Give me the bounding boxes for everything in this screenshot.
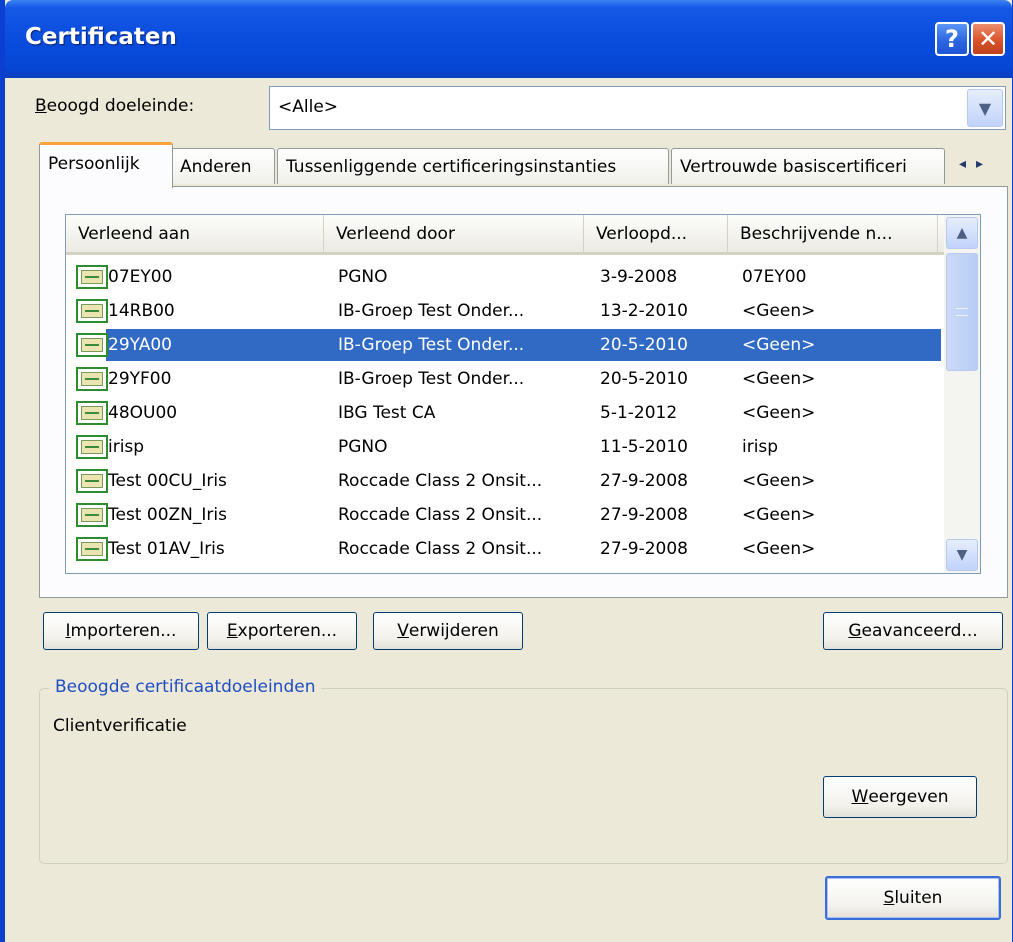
help-button[interactable]: ?	[935, 22, 969, 56]
tab-vertrouwde[interactable]: Vertrouwde basiscertificeri	[671, 148, 945, 184]
tab-persoonlijk[interactable]: Persoonlijk	[39, 142, 173, 188]
cell-issued-by: IB-Groep Test Onder...	[338, 301, 525, 321]
cell-issued-to: 48OU00	[108, 403, 178, 423]
export-button[interactable]: Exporteren...	[207, 612, 357, 650]
table-row[interactable]: 29YF00 IB-Groep Test Onder... 20-5-2010 <Ge…	[66, 363, 944, 397]
cell-issued-by: PGNO	[338, 267, 388, 287]
scroll-down-icon[interactable]: ▼	[946, 539, 978, 571]
tab-anderen[interactable]: Anderen	[171, 148, 275, 184]
cell-issued-by: IBG Test CA	[338, 403, 436, 423]
cell-friendly-name: <Geen>	[742, 335, 816, 355]
list-rows: 07EY00 PGNO 3-9-2008 07EY00 14RB00 IB-Groep T…	[66, 255, 944, 573]
certificate-list[interactable]: Verleend aan Verleend door Verloopd... B…	[65, 214, 981, 574]
cell-issued-by: PGNO	[338, 437, 388, 457]
list-scrollbar[interactable]: ▲ ▼	[944, 215, 980, 573]
purposes-group-title: Beoogde certificaatdoeleinden	[49, 677, 322, 697]
cell-issued-to: Test 00CU_Iris	[108, 471, 227, 491]
cell-friendly-name: irisp	[742, 437, 779, 457]
close-icon: ✕	[977, 25, 999, 53]
certificate-icon	[76, 469, 108, 493]
table-row[interactable]: Test 01AV_Iris Roccade Class 2 Onsit... 27…	[66, 533, 944, 567]
cell-expiry: 27-9-2008	[600, 539, 688, 559]
cell-expiry: 20-5-2010	[600, 335, 688, 355]
advanced-button[interactable]: Geavanceerd...	[823, 612, 1003, 650]
cell-expiry: 27-9-2008	[600, 471, 688, 491]
cell-issued-by: Roccade Class 2 Onsit...	[338, 539, 543, 559]
dropdown-chevron-down-icon[interactable]: ▼	[967, 89, 1003, 127]
table-row[interactable]: Test 00ZN_Iris Roccade Class 2 Onsit... 27…	[66, 499, 944, 533]
scroll-up-icon[interactable]: ▲	[946, 217, 978, 249]
cell-expiry: 3-9-2008	[600, 267, 678, 287]
tab-label: Anderen	[180, 157, 252, 177]
cell-friendly-name: <Geen>	[742, 369, 816, 389]
cell-issued-by: IB-Groep Test Onder...	[338, 335, 525, 355]
help-icon: ?	[945, 25, 959, 53]
column-verloopdatum[interactable]: Verloopd...	[584, 215, 728, 252]
certificate-icon	[76, 367, 108, 391]
table-row[interactable]: 29YA00 IB-Groep Test Onder... 20-5-2010 <Ge…	[66, 329, 944, 363]
cell-expiry: 5-1-2012	[600, 403, 678, 423]
certificate-icon	[76, 537, 108, 561]
cell-issued-to: 29YA00	[108, 335, 172, 355]
certificates-dialog: Certificaten ? ✕ Beoogd doeleinde: <Alle…	[0, 0, 1013, 942]
cell-friendly-name: <Geen>	[742, 403, 816, 423]
list-header: Verleend aan Verleend door Verloopd... B…	[66, 215, 944, 255]
cell-issued-to: 29YF00	[108, 369, 172, 389]
close-button[interactable]: Sluiten	[825, 876, 1001, 920]
table-row[interactable]: 14RB00 IB-Groep Test Onder... 13-2-2010 <Ge…	[66, 295, 944, 329]
cell-issued-to: Test 01AV_Iris	[108, 539, 225, 559]
cell-friendly-name: <Geen>	[742, 471, 816, 491]
title-bar[interactable]: Certificaten ? ✕	[5, 0, 1012, 78]
cell-issued-to: 07EY00	[108, 267, 173, 287]
cell-expiry: 11-5-2010	[600, 437, 688, 457]
scroll-thumb[interactable]	[946, 253, 978, 371]
cell-friendly-name: 07EY00	[742, 267, 807, 287]
tab-label: Persoonlijk	[48, 154, 140, 174]
table-row[interactable]: 48OU00 IBG Test CA 5-1-2012 <Geen>	[66, 397, 944, 431]
cell-friendly-name: <Geen>	[742, 505, 816, 525]
purposes-value: Clientverificatie	[53, 716, 187, 736]
cell-expiry: 20-5-2010	[600, 369, 688, 389]
remove-button[interactable]: Verwijderen	[373, 612, 523, 650]
certificate-icon	[76, 299, 108, 323]
window-title: Certificaten	[25, 24, 177, 50]
tab-scroll-buttons[interactable]: ◂ ▸	[945, 150, 1007, 178]
purpose-label: Beoogd doeleinde:	[35, 96, 195, 116]
view-button[interactable]: Weergeven	[823, 776, 977, 818]
certificate-icon	[76, 333, 108, 357]
cell-issued-to: Test 00ZN_Iris	[108, 505, 227, 525]
cell-issued-by: IB-Groep Test Onder...	[338, 369, 525, 389]
certificate-icon	[76, 435, 108, 459]
tab-label: Tussenliggende certificeringsinstanties	[286, 157, 617, 177]
certificate-icon	[76, 401, 108, 425]
import-button[interactable]: Importeren...	[43, 612, 199, 650]
tab-label: Vertrouwde basiscertificeri	[680, 157, 907, 177]
table-row[interactable]: 07EY00 PGNO 3-9-2008 07EY00	[66, 261, 944, 295]
purpose-value: <Alle>	[278, 97, 339, 117]
cell-issued-by: Roccade Class 2 Onsit...	[338, 471, 543, 491]
column-verleend-aan[interactable]: Verleend aan	[66, 215, 324, 252]
cell-expiry: 27-9-2008	[600, 505, 688, 525]
cell-friendly-name: <Geen>	[742, 301, 816, 321]
close-window-button[interactable]: ✕	[971, 22, 1005, 56]
tab-tussenliggende[interactable]: Tussenliggende certificeringsinstanties	[277, 148, 669, 184]
cell-friendly-name: <Geen>	[742, 539, 816, 559]
cell-issued-to: irisp	[108, 437, 145, 457]
cell-expiry: 13-2-2010	[600, 301, 688, 321]
table-row[interactable]: irisp PGNO 11-5-2010 irisp	[66, 431, 944, 465]
column-verleend-door[interactable]: Verleend door	[324, 215, 584, 252]
table-row[interactable]: Test 00CU_Iris Roccade Class 2 Onsit... 27…	[66, 465, 944, 499]
cell-issued-to: 14RB00	[108, 301, 175, 321]
chevron-left-icon[interactable]: ◂	[959, 156, 976, 172]
column-beschrijvende-naam[interactable]: Beschrijvende n...	[728, 215, 938, 252]
certificate-icon	[76, 503, 108, 527]
purpose-dropdown[interactable]: <Alle> ▼	[269, 86, 1006, 130]
chevron-right-icon[interactable]: ▸	[976, 156, 993, 172]
cell-issued-by: Roccade Class 2 Onsit...	[338, 505, 543, 525]
certificate-icon	[76, 265, 108, 289]
